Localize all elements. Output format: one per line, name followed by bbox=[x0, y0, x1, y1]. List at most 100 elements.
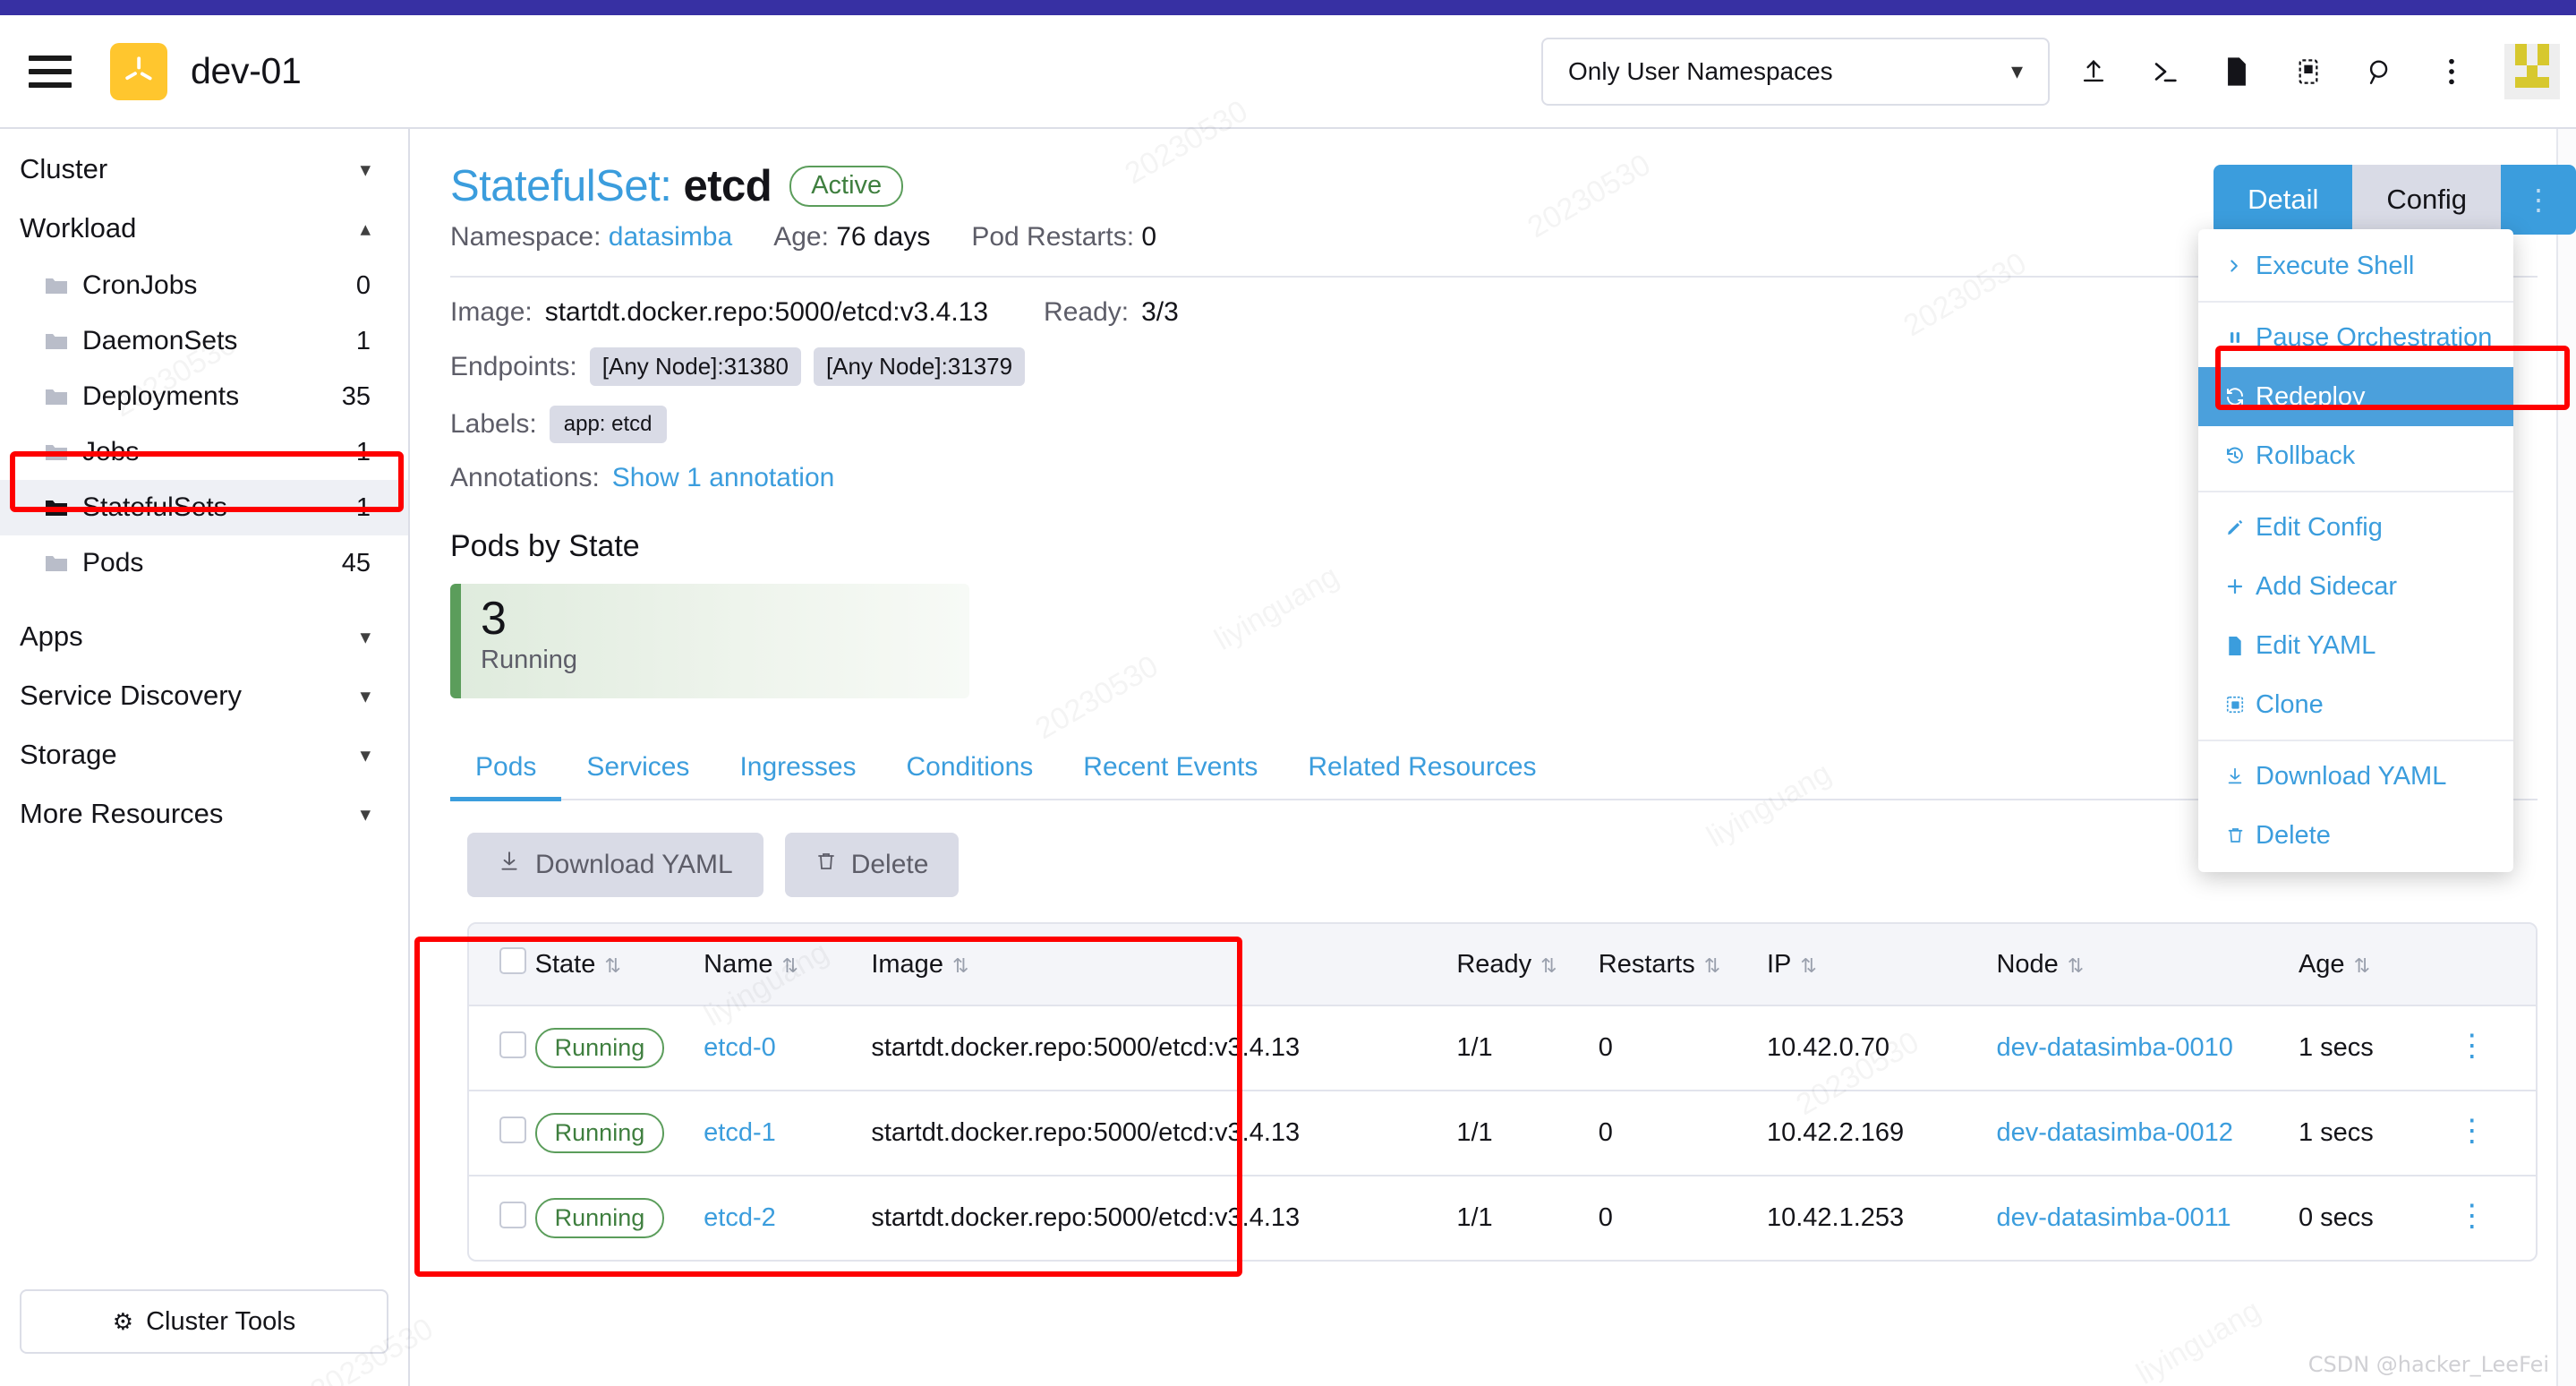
label-chip[interactable]: app: etcd bbox=[549, 406, 667, 443]
endpoint-chip[interactable]: [Any Node]:31379 bbox=[813, 347, 1026, 386]
menu-item-edit-config[interactable]: Edit Config bbox=[2198, 498, 2513, 557]
labels-label: Labels: bbox=[450, 409, 537, 439]
menu-item-clone[interactable]: Clone bbox=[2198, 675, 2513, 734]
column-header-node[interactable]: Node ⇅ bbox=[1996, 924, 2299, 1005]
tab-related-resources[interactable]: Related Resources bbox=[1283, 738, 1561, 801]
overflow-icon[interactable] bbox=[2424, 44, 2479, 99]
sidebar-group-storage[interactable]: Storage ▾ bbox=[0, 725, 408, 784]
config-tab-button[interactable]: Config bbox=[2352, 165, 2501, 235]
sort-icon: ⇅ bbox=[1540, 954, 1557, 977]
select-all-checkbox[interactable] bbox=[499, 947, 526, 974]
column-header-image[interactable]: Image ⇅ bbox=[871, 924, 1457, 1005]
sidebar-item-daemonsets[interactable]: DaemonSets 1 bbox=[0, 313, 408, 369]
menu-item-download-yaml[interactable]: Download YAML bbox=[2198, 747, 2513, 806]
menu-item-execute-shell[interactable]: Execute Shell bbox=[2198, 236, 2513, 295]
row-overflow-icon[interactable]: ⋮ bbox=[2457, 1029, 2487, 1063]
sidebar-item-jobs[interactable]: Jobs 1 bbox=[0, 424, 408, 480]
table-row[interactable]: Running etcd-1 startdt.docker.repo:5000/… bbox=[469, 1090, 2536, 1176]
pods-state-count: 3 bbox=[481, 593, 507, 645]
menu-item-delete[interactable]: Delete bbox=[2198, 806, 2513, 865]
column-header-ip[interactable]: IP ⇅ bbox=[1766, 924, 1997, 1005]
table-row[interactable]: Running etcd-2 startdt.docker.repo:5000/… bbox=[469, 1175, 2536, 1261]
sidebar-group-workload[interactable]: Workload ▴ bbox=[0, 199, 408, 258]
pod-ready: 1/1 bbox=[1456, 1090, 1599, 1176]
sidebar-group-apps[interactable]: Apps ▾ bbox=[0, 607, 408, 666]
column-header-state[interactable]: State ⇅ bbox=[534, 924, 704, 1005]
sidebar-item-statefulsets[interactable]: StatefulSets 1 bbox=[0, 480, 408, 535]
menu-item-label: Download YAML bbox=[2256, 761, 2447, 791]
detail-tab-button[interactable]: Detail bbox=[2213, 165, 2353, 235]
menu-item-label: Rollback bbox=[2256, 441, 2356, 470]
column-header-name[interactable]: Name ⇅ bbox=[704, 924, 872, 1005]
view-switch: Detail Config ⋮ bbox=[2213, 165, 2576, 235]
tab-pods[interactable]: Pods bbox=[450, 738, 562, 801]
column-header-ready[interactable]: Ready ⇅ bbox=[1456, 924, 1599, 1005]
row-checkbox[interactable] bbox=[499, 1031, 526, 1058]
download-yaml-button[interactable]: Download YAML bbox=[467, 833, 763, 897]
menu-item-add-sidecar[interactable]: Add Sidecar bbox=[2198, 557, 2513, 616]
sidebar: Cluster ▾ Workload ▴ CronJobs 0 DaemonSe… bbox=[0, 129, 410, 1386]
pod-restarts: 0 bbox=[1598, 1004, 1767, 1091]
pod-name-link[interactable]: etcd-1 bbox=[704, 1118, 776, 1147]
vertical-scrollbar[interactable] bbox=[2556, 129, 2576, 1386]
chevron-down-icon: ▾ bbox=[2010, 57, 2023, 84]
sort-icon: ⇅ bbox=[2353, 954, 2370, 977]
cluster-name: dev-01 bbox=[191, 50, 302, 91]
folder-icon bbox=[45, 331, 68, 351]
sidebar-group-label: Service Discovery bbox=[20, 680, 243, 711]
column-header-restarts[interactable]: Restarts ⇅ bbox=[1598, 924, 1767, 1005]
hamburger-icon[interactable] bbox=[29, 55, 72, 88]
sidebar-group-more-resources[interactable]: More Resources ▾ bbox=[0, 784, 408, 843]
sidebar-group-label: More Resources bbox=[20, 798, 224, 829]
menu-item-label: Pause Orchestration bbox=[2256, 322, 2493, 352]
pod-name-link[interactable]: etcd-2 bbox=[704, 1203, 776, 1232]
shell-icon[interactable] bbox=[2137, 44, 2193, 99]
avatar[interactable] bbox=[2504, 43, 2560, 99]
column-header-age[interactable]: Age ⇅ bbox=[2298, 924, 2457, 1005]
pod-name-link[interactable]: etcd-0 bbox=[704, 1033, 776, 1062]
kubectl-icon[interactable] bbox=[2281, 44, 2336, 99]
age-value: 76 days bbox=[836, 222, 931, 252]
row-checkbox[interactable] bbox=[499, 1201, 526, 1228]
credit-watermark: CSDN @hacker_LeeFei bbox=[2307, 1352, 2549, 1377]
pod-node-link[interactable]: dev-datasimba-0011 bbox=[1996, 1203, 2231, 1232]
sidebar-group-cluster[interactable]: Cluster ▾ bbox=[0, 140, 408, 199]
overflow-icon[interactable]: ⋮ bbox=[2501, 165, 2576, 235]
pods-state-card: 3 Running bbox=[450, 584, 969, 698]
row-checkbox[interactable] bbox=[499, 1116, 526, 1143]
folder-icon bbox=[45, 442, 68, 462]
tab-conditions[interactable]: Conditions bbox=[882, 738, 1059, 801]
menu-separator bbox=[2198, 491, 2513, 492]
row-overflow-icon[interactable]: ⋮ bbox=[2457, 1114, 2487, 1148]
sidebar-item-deployments[interactable]: Deployments 35 bbox=[0, 369, 408, 424]
upload-icon[interactable] bbox=[2066, 44, 2121, 99]
pod-restarts: 0 bbox=[1598, 1090, 1767, 1176]
table-row[interactable]: Running etcd-0 startdt.docker.repo:5000/… bbox=[469, 1004, 2536, 1091]
pod-node-link[interactable]: dev-datasimba-0012 bbox=[1996, 1118, 2232, 1147]
cluster-tools-button[interactable]: ⚙ Cluster Tools bbox=[20, 1289, 388, 1354]
row-overflow-icon[interactable]: ⋮ bbox=[2457, 1199, 2487, 1233]
show-annotations-link[interactable]: Show 1 annotation bbox=[612, 463, 835, 493]
sidebar-item-cronjobs[interactable]: CronJobs 0 bbox=[0, 258, 408, 313]
endpoint-chip[interactable]: [Any Node]:31380 bbox=[589, 347, 801, 386]
tab-recent-events[interactable]: Recent Events bbox=[1058, 738, 1283, 801]
tab-services[interactable]: Services bbox=[561, 738, 714, 801]
menu-item-rollback[interactable]: Rollback bbox=[2198, 426, 2513, 485]
pod-node-link[interactable]: dev-datasimba-0010 bbox=[1996, 1033, 2232, 1062]
delete-button[interactable]: Delete bbox=[784, 833, 960, 897]
gear-icon: ⚙ bbox=[112, 1307, 134, 1335]
menu-item-edit-yaml[interactable]: Edit YAML bbox=[2198, 616, 2513, 675]
sidebar-item-pods[interactable]: Pods 45 bbox=[0, 535, 408, 591]
download-yaml-label: Download YAML bbox=[535, 850, 733, 879]
menu-item-pause-orchestration[interactable]: Pause Orchestration bbox=[2198, 308, 2513, 367]
sidebar-item-label: Jobs bbox=[82, 437, 140, 466]
search-icon[interactable] bbox=[2352, 44, 2408, 99]
sidebar-group-service-discovery[interactable]: Service Discovery ▾ bbox=[0, 666, 408, 725]
chevron-down-icon: ▾ bbox=[360, 157, 371, 181]
namespace-select[interactable]: Only User Namespaces ▾ bbox=[1541, 37, 2050, 106]
file-icon[interactable] bbox=[2209, 44, 2265, 99]
tab-ingresses[interactable]: Ingresses bbox=[714, 738, 881, 801]
namespace-link[interactable]: datasimba bbox=[609, 222, 732, 252]
menu-item-redeploy[interactable]: Redeploy bbox=[2198, 367, 2513, 426]
propeller-logo-icon[interactable] bbox=[110, 42, 167, 100]
